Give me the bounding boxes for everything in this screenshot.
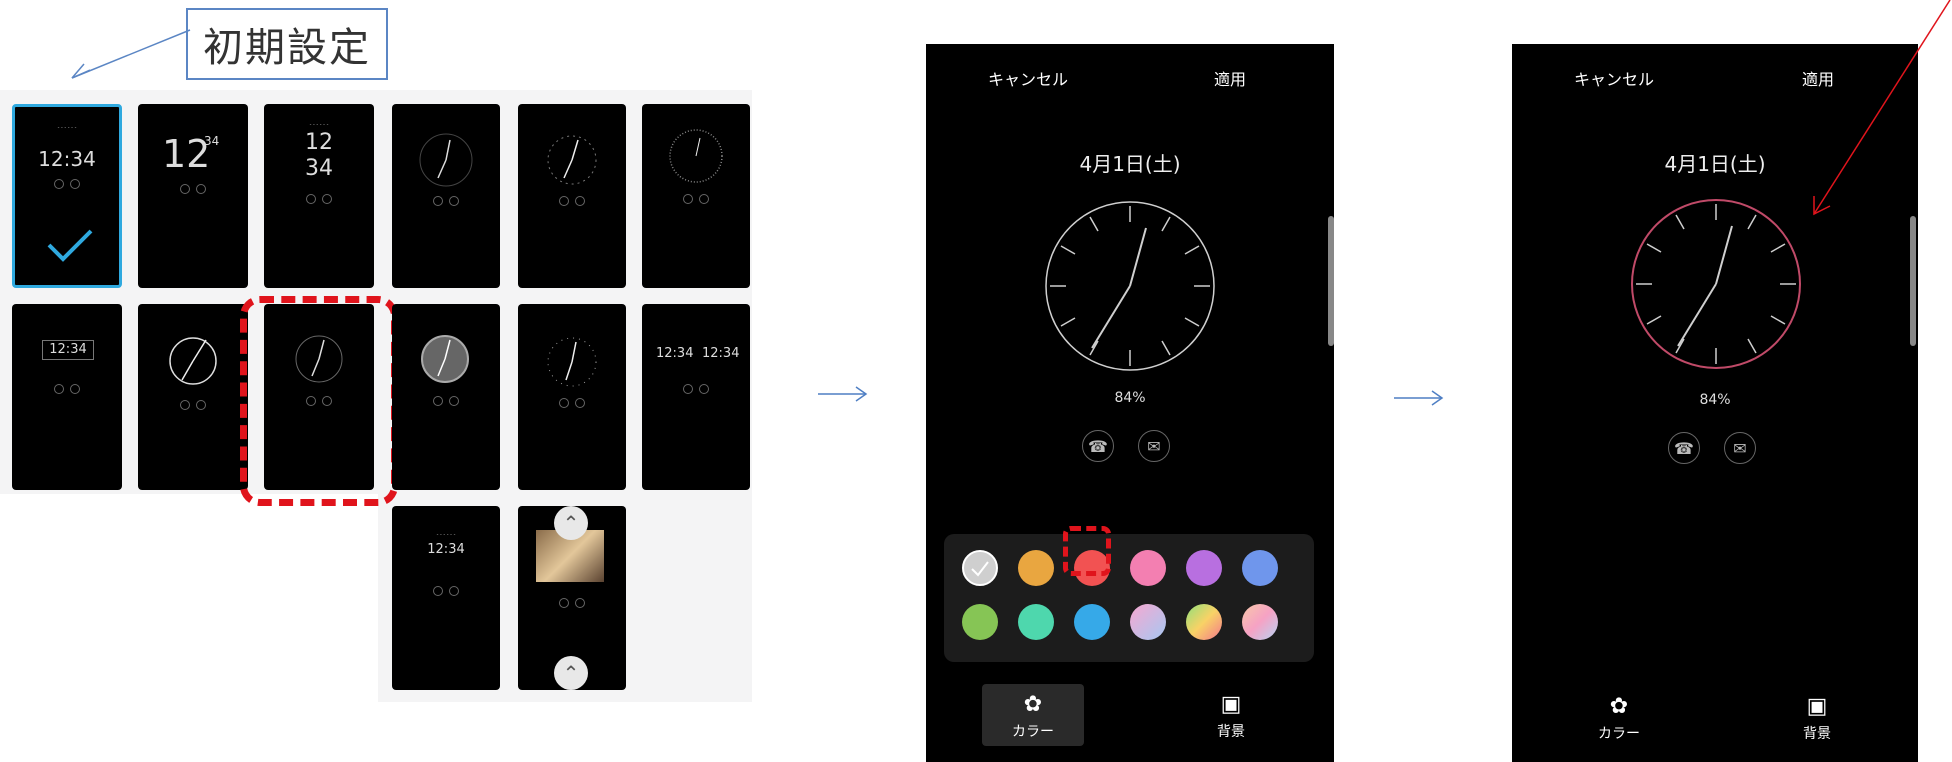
thumb-small-time: 12:34 bbox=[427, 542, 465, 557]
scroll-down-button[interactable]: ⌃ bbox=[554, 656, 588, 690]
callout-label: 初期設定 bbox=[203, 25, 371, 71]
tab-background-label: 背景 bbox=[1217, 724, 1245, 740]
tab-background[interactable]: ▣ 背景 bbox=[1766, 694, 1868, 743]
cancel-button[interactable]: キャンセル bbox=[1574, 66, 1654, 90]
swatch-teal[interactable] bbox=[1018, 604, 1054, 640]
swatch-white[interactable] bbox=[962, 550, 998, 586]
chevron-up-icon: ⌃ bbox=[562, 511, 580, 535]
analog-clock-icon bbox=[419, 133, 473, 187]
tab-background-label: 背景 bbox=[1803, 726, 1831, 742]
tab-background[interactable]: ▣ 背景 bbox=[1180, 692, 1282, 741]
swatch-sky[interactable] bbox=[1074, 604, 1110, 640]
message-icon: ✉ bbox=[1724, 432, 1756, 464]
side-handle bbox=[1910, 216, 1916, 346]
analog-clock-icon bbox=[669, 129, 723, 183]
swatch-pink[interactable] bbox=[1130, 550, 1166, 586]
callout-pointer-arrow bbox=[71, 29, 191, 79]
checkmark-icon bbox=[47, 229, 93, 262]
swatch-purple[interactable] bbox=[1186, 550, 1222, 586]
thumb-hour-stacked: 12 bbox=[305, 130, 333, 155]
swatch-gradient-rainbow[interactable] bbox=[1186, 604, 1222, 640]
thumb-minute-stacked: 34 bbox=[305, 156, 333, 181]
clock-style-1[interactable]: - - - - - - 12:34 bbox=[12, 104, 122, 288]
image-icon: ▣ bbox=[1220, 692, 1242, 717]
clock-style-5[interactable] bbox=[518, 104, 626, 288]
clock-style-10[interactable] bbox=[392, 304, 500, 490]
analog-clock-icon bbox=[421, 335, 469, 383]
clock-style-2[interactable]: 12 34 bbox=[138, 104, 248, 288]
clock-style-11[interactable] bbox=[518, 304, 626, 490]
swatch-gradient-pastel[interactable] bbox=[1130, 604, 1166, 640]
clock-style-4[interactable] bbox=[392, 104, 500, 288]
cancel-button[interactable]: キャンセル bbox=[988, 66, 1068, 90]
apply-button[interactable]: 適用 bbox=[1214, 66, 1246, 90]
initial-setting-callout: 初期設定 bbox=[186, 8, 388, 80]
tab-color-label: カラー bbox=[1598, 726, 1640, 742]
battery-label: 84% bbox=[1114, 390, 1146, 406]
right-arrow-icon bbox=[818, 386, 868, 402]
tab-color-label: カラー bbox=[1012, 724, 1054, 740]
missed-call-icon: ☎ bbox=[1082, 430, 1114, 462]
analog-clock bbox=[1631, 199, 1801, 369]
swatch-orange[interactable] bbox=[1018, 550, 1054, 586]
selected-color-highlight bbox=[1063, 526, 1111, 576]
battery-label: 84% bbox=[1699, 392, 1731, 408]
chevron-up-icon: ⌃ bbox=[562, 661, 580, 685]
clock-style-12[interactable]: 12:34 12:34 bbox=[642, 304, 750, 490]
swatch-green[interactable] bbox=[962, 604, 998, 640]
image-icon: ▣ bbox=[1806, 694, 1828, 719]
palette-icon: ✿ bbox=[1609, 694, 1629, 719]
thumb-dual-time-2: 12:34 bbox=[702, 346, 740, 361]
date-label: 4月1日(土) bbox=[1079, 152, 1181, 176]
tab-color[interactable]: ✿ カラー bbox=[982, 684, 1084, 746]
clock-style-13[interactable]: - - - - - - 12:34 bbox=[392, 506, 500, 690]
phone-screen-color-select: キャンセル 適用 4月1日(土) 84% ☎ ✉ ✿ カラー ▣ 背景 bbox=[926, 44, 1334, 762]
missed-call-icon: ☎ bbox=[1668, 432, 1700, 464]
clock-style-6[interactable] bbox=[642, 104, 750, 288]
tab-color[interactable]: ✿ カラー bbox=[1568, 694, 1670, 743]
analog-clock-icon bbox=[547, 135, 597, 185]
right-arrow-icon bbox=[1394, 390, 1444, 406]
checkmark-icon bbox=[971, 561, 989, 577]
analog-clock-icon bbox=[169, 337, 217, 385]
side-handle bbox=[1328, 216, 1334, 346]
clock-style-8[interactable] bbox=[138, 304, 248, 490]
message-icon: ✉ bbox=[1138, 430, 1170, 462]
selected-style-highlight bbox=[240, 296, 398, 506]
thumb-digital-time: 12:34 bbox=[42, 340, 94, 360]
red-annotation-arrow bbox=[1813, 0, 1951, 216]
analog-clock-icon bbox=[547, 337, 597, 387]
clock-style-3[interactable]: - - - - - - 12 34 bbox=[264, 104, 374, 288]
analog-clock bbox=[1045, 201, 1215, 371]
scroll-up-button[interactable]: ⌃ bbox=[554, 506, 588, 540]
clock-style-7[interactable]: 12:34 bbox=[12, 304, 122, 490]
swatch-gradient-peach[interactable] bbox=[1242, 604, 1278, 640]
thumb-minute: 34 bbox=[204, 134, 220, 148]
color-palette bbox=[944, 534, 1314, 662]
palette-icon: ✿ bbox=[1023, 692, 1043, 717]
swatch-blue[interactable] bbox=[1242, 550, 1278, 586]
thumb-time: 12:34 bbox=[38, 147, 96, 171]
